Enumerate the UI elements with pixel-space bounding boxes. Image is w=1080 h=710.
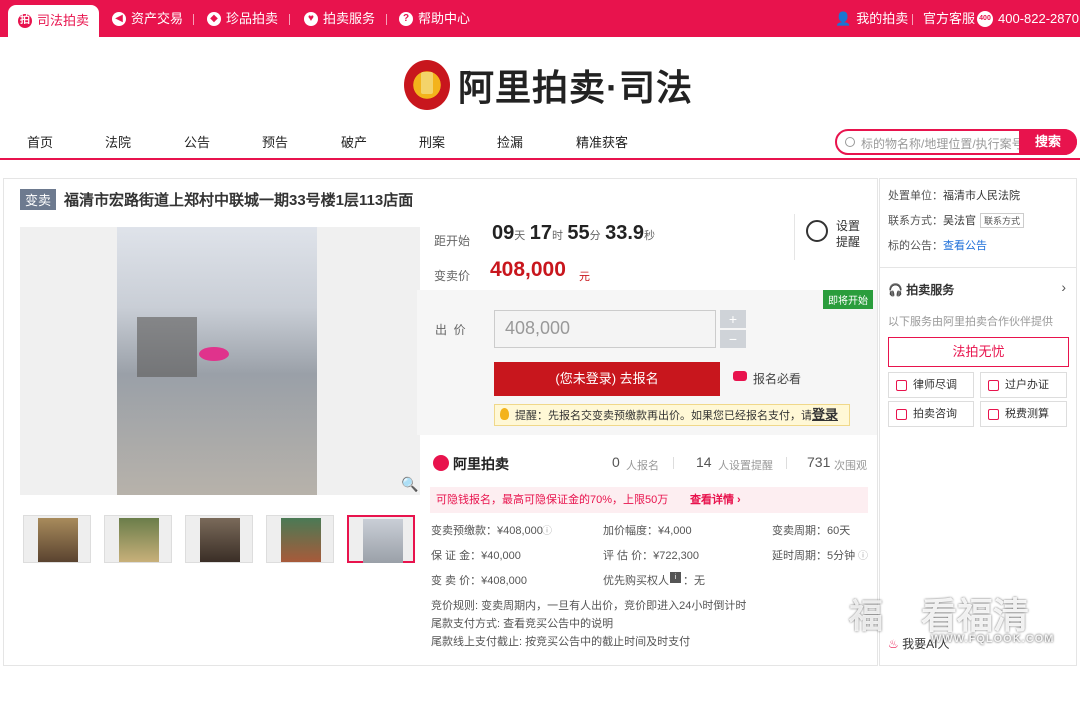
legal-auction-service-button[interactable]: 法拍无忧 bbox=[888, 337, 1069, 367]
zoom-icon[interactable]: 🔍 bbox=[401, 476, 418, 492]
search-icon bbox=[845, 137, 855, 147]
contact-button[interactable]: 联系方式 bbox=[980, 213, 1025, 228]
signup-button[interactable]: (您未登录) 去报名 bbox=[494, 362, 720, 396]
service-title: 🎧 拍卖服务 bbox=[888, 283, 955, 297]
nav-bankruptcy[interactable]: 破产 bbox=[341, 132, 367, 151]
view-details-link[interactable]: 查看详情 › bbox=[690, 487, 741, 513]
ali-auction-logo-icon bbox=[433, 455, 449, 471]
login-tip: 提醒：先报名交变卖预缴款再出价。如果您已经报名支付，请登录 bbox=[494, 404, 850, 426]
chat-icon bbox=[896, 409, 907, 420]
info-badge-icon[interactable]: i bbox=[670, 572, 681, 583]
thumbnail[interactable] bbox=[23, 515, 91, 563]
status-badge: 即将开始 bbox=[823, 290, 873, 309]
nav-bargain[interactable]: 捡漏 bbox=[497, 132, 523, 151]
thumbnail-strip bbox=[20, 515, 420, 565]
watermark: 福 看福清 WWW.FQLOOK.COM bbox=[845, 583, 1065, 653]
phone-icon: 400 bbox=[977, 10, 993, 27]
calculator-icon bbox=[988, 409, 999, 420]
increase-button[interactable]: + bbox=[720, 310, 746, 328]
chevron-right-icon[interactable]: › bbox=[1061, 279, 1066, 295]
thumbnail[interactable] bbox=[266, 515, 334, 563]
lawyer-check-button[interactable]: 律师尽调 bbox=[888, 372, 974, 398]
credit-deposit-banner: 可隐钱报名，最高可隐保证金的70%，上限50万 查看详情 › bbox=[430, 487, 868, 513]
heart-icon: ♥ bbox=[304, 11, 318, 26]
treasure-icon: ◆ bbox=[207, 11, 221, 26]
thumbnail[interactable] bbox=[104, 515, 172, 563]
lawyer-icon bbox=[896, 380, 907, 391]
user-icon: 👤 bbox=[835, 11, 852, 26]
top-bar: 拍司法拍卖 ◀ 资产交易 ◆ 珍品拍卖 ♥ 拍卖服务 ? 帮助中心 👤 我的拍卖 官方客服… bbox=[0, 0, 1080, 37]
set-reminder-button[interactable]: 设置 提醒 bbox=[836, 218, 860, 250]
help-icon: ? bbox=[399, 11, 413, 26]
login-link[interactable]: 登录 bbox=[812, 407, 838, 422]
headset-icon: 🎧 bbox=[888, 283, 903, 297]
nav-precise-customers[interactable]: 精准获客 bbox=[576, 132, 628, 151]
item-title: 福清市宏路街道上郑村中联城一期33号楼1层113店面 bbox=[64, 192, 414, 209]
sale-price: 408,000 bbox=[490, 258, 566, 281]
help-icon[interactable]: ⓘ bbox=[858, 547, 868, 562]
thumbnail[interactable] bbox=[185, 515, 253, 563]
site-logo[interactable]: 阿里拍卖·司法 bbox=[404, 58, 693, 112]
countdown-label: 距开始 bbox=[434, 234, 471, 248]
nav-preview[interactable]: 预告 bbox=[262, 132, 288, 151]
search-input[interactable]: 标的物名称/地理位置/执行案号 bbox=[861, 135, 1024, 152]
official-service-link[interactable]: 官方客服 bbox=[923, 0, 975, 37]
bid-area: 即将开始 出 价 408,000 + − (您未登录) 去报名 报名必看 提醒：… bbox=[417, 290, 877, 435]
phone-number: 400 400-822-2870 bbox=[977, 0, 1079, 37]
countdown-area: 距开始 09天 17时 55分 33.9秒 设置 提醒 变卖价 408,000 … bbox=[416, 208, 878, 290]
search-button[interactable]: 搜索 bbox=[1019, 129, 1077, 155]
tab-auction-service[interactable]: ♥ 拍卖服务 bbox=[304, 0, 375, 37]
nav-notice[interactable]: 公告 bbox=[184, 132, 210, 151]
tab-help-center[interactable]: ? 帮助中心 bbox=[399, 0, 470, 37]
auction-stats: 阿里拍卖 0 人报名 14 人设置提醒 731 次围观 bbox=[430, 448, 870, 488]
price-label: 变卖价 bbox=[434, 269, 471, 283]
coins-icon bbox=[733, 371, 747, 381]
bid-input[interactable]: 408,000 bbox=[494, 310, 716, 348]
countdown: 09天 17时 55分 33.9秒 bbox=[492, 222, 656, 244]
nav-criminal[interactable]: 刑案 bbox=[419, 132, 445, 151]
transfer-icon bbox=[988, 380, 999, 391]
court-icon: 拍 bbox=[18, 14, 32, 28]
shop-interior-image bbox=[117, 227, 317, 495]
watermark-logo-icon: 福 bbox=[849, 598, 883, 636]
my-auction-link[interactable]: 👤 我的拍卖 bbox=[835, 0, 908, 37]
tax-calculator-button[interactable]: 税费测算 bbox=[980, 401, 1067, 427]
help-icon[interactable]: ⓘ bbox=[542, 522, 552, 537]
sale-type-tag: 变卖 bbox=[20, 189, 57, 210]
tab-judicial-auction[interactable]: 拍司法拍卖 bbox=[8, 5, 100, 37]
thumbnail-selected[interactable] bbox=[347, 515, 415, 563]
tab-treasure-auction[interactable]: ◆ 珍品拍卖 bbox=[207, 0, 278, 37]
search-box: 标的物名称/地理位置/执行案号 搜索 bbox=[835, 129, 1077, 155]
nav-court[interactable]: 法院 bbox=[105, 132, 131, 151]
view-notice-link[interactable]: 查看公告 bbox=[943, 240, 987, 252]
transfer-button[interactable]: 过户办证 bbox=[980, 372, 1067, 398]
nav-home[interactable]: 首页 bbox=[27, 132, 53, 151]
lightbulb-icon bbox=[500, 408, 509, 420]
alarm-clock-icon[interactable] bbox=[806, 220, 828, 242]
court-emblem-icon bbox=[404, 60, 450, 110]
main-photo[interactable]: 🔍 bbox=[20, 227, 420, 495]
asset-icon: ◀ bbox=[112, 11, 126, 26]
consult-button[interactable]: 拍卖咨询 bbox=[888, 401, 974, 427]
decrease-button[interactable]: − bbox=[720, 330, 746, 348]
signup-guide-link[interactable]: 报名必看 bbox=[753, 370, 801, 387]
tab-asset-trading[interactable]: ◀ 资产交易 bbox=[112, 0, 183, 37]
